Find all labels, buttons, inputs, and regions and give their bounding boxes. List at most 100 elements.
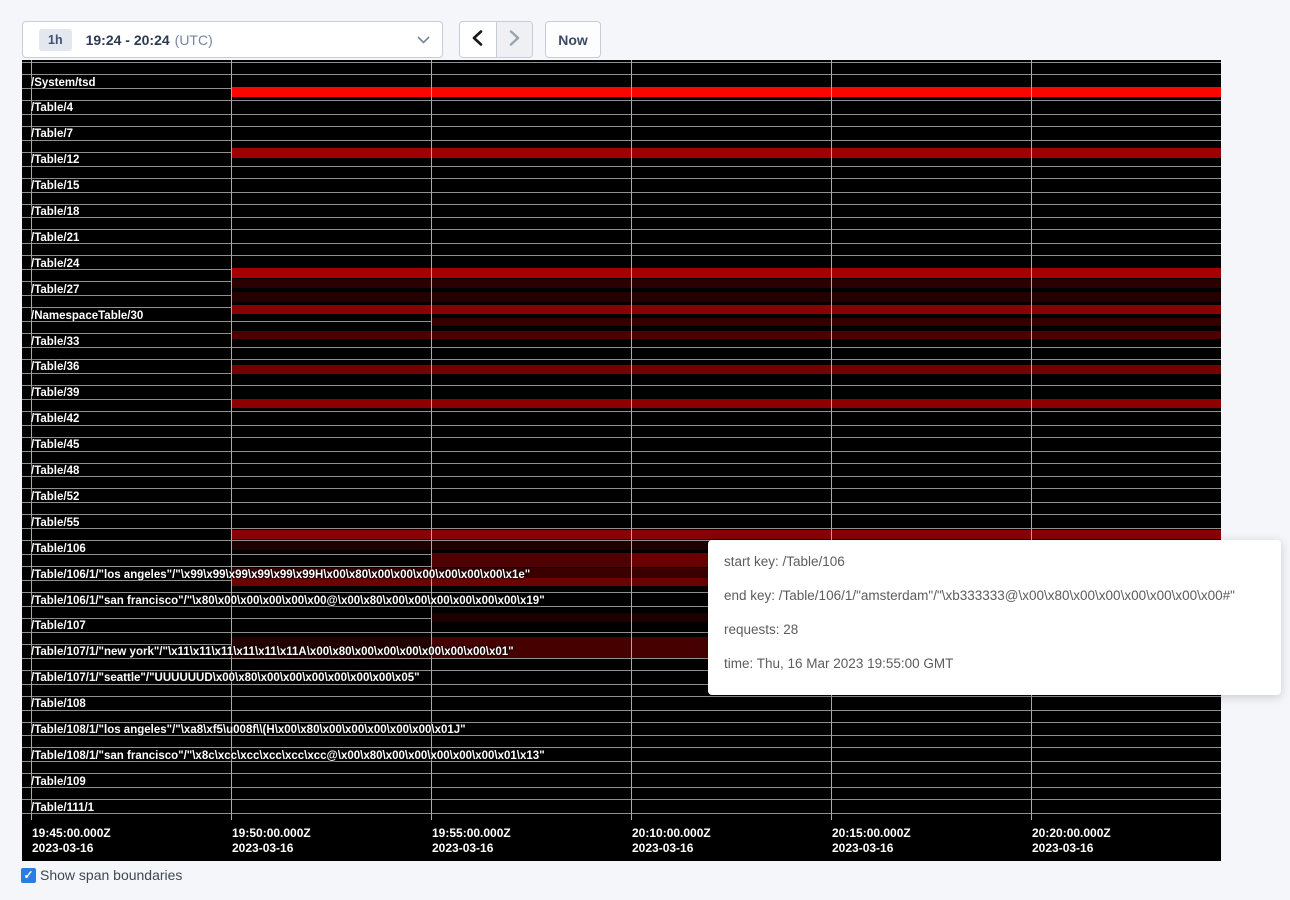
row-label: /Table/24	[31, 257, 79, 271]
span-boundary-line	[22, 451, 1221, 452]
span-boundary-line	[22, 514, 1221, 515]
heat-band	[232, 148, 1221, 158]
span-boundary-line	[22, 437, 1221, 438]
span-boundary-line	[22, 229, 1221, 230]
show-span-boundaries-control[interactable]: ✓ Show span boundaries	[21, 867, 182, 883]
chevron-left-icon	[472, 30, 483, 49]
axis-tick-label: 20:15:00.000Z2023-03-16	[832, 826, 911, 855]
row-label: /Table/108/1/"los angeles"/"\xa8\xf5\u00…	[31, 723, 466, 737]
span-boundary-line	[22, 100, 1221, 101]
span-boundary-line	[22, 385, 1221, 386]
time-range-selector[interactable]: 1h 19:24 - 20:24 (UTC)	[22, 21, 443, 58]
row-label: /Table/42	[31, 412, 79, 426]
time-grid-line	[631, 60, 632, 828]
row-label: /Table/108	[31, 697, 86, 711]
key-visualizer-canvas[interactable]: /System/tsd/Table/4/Table/7/Table/12/Tab…	[22, 60, 1221, 861]
heat-band	[232, 365, 1221, 374]
chevron-right-icon	[509, 30, 520, 49]
chevron-down-icon	[417, 36, 430, 44]
span-boundary-line	[22, 710, 1221, 711]
time-grid-line	[831, 60, 832, 828]
axis-tick-label: 19:45:00.000Z2023-03-16	[32, 826, 111, 855]
span-boundary-line	[22, 488, 1221, 489]
row-label: /Table/111/1	[31, 801, 94, 815]
show-span-boundaries-checkbox[interactable]: ✓	[21, 868, 36, 883]
row-label: /Table/27	[31, 283, 79, 297]
heat-band	[232, 530, 1221, 539]
span-boundary-line	[22, 255, 1221, 256]
axis-tick-label: 20:10:00.000Z2023-03-16	[632, 826, 711, 855]
row-label: /Table/106/1/"los angeles"/"\x99\x99\x99…	[31, 568, 530, 582]
row-label: /Table/52	[31, 490, 79, 504]
span-boundary-line	[22, 178, 1221, 179]
time-grid-line	[231, 60, 232, 828]
time-grid-line	[431, 60, 432, 828]
time-grid-line	[1031, 60, 1032, 828]
heat-band	[232, 279, 1221, 288]
row-label: /Table/48	[31, 464, 79, 478]
row-label: /Table/108/1/"san francisco"/"\x8c\xcc\x…	[31, 749, 545, 763]
tooltip-requests: requests: 28	[724, 621, 1265, 639]
row-label: /Table/33	[31, 335, 79, 349]
row-label: /Table/107/1/"new york"/"\x11\x11\x11\x1…	[31, 645, 514, 659]
heat-band	[232, 87, 1221, 97]
tooltip-time: time: Thu, 16 Mar 2023 19:55:00 GMT	[724, 655, 1265, 673]
span-boundary-line	[22, 773, 1221, 774]
span-boundary-line	[22, 114, 1221, 115]
span-boundary-line	[22, 359, 1221, 360]
time-nav-group	[459, 21, 533, 58]
time-axis: 19:45:00.000Z2023-03-16 19:50:00.000Z2023…	[22, 820, 1221, 861]
row-label: /Table/18	[31, 205, 79, 219]
span-boundary-line	[22, 787, 1221, 788]
axis-tick-label: 19:55:00.000Z2023-03-16	[432, 826, 511, 855]
heat-band	[232, 268, 1221, 278]
show-span-boundaries-label: Show span boundaries	[40, 867, 182, 883]
row-label: /Table/12	[31, 153, 79, 167]
span-boundary-line	[22, 463, 1221, 464]
row-label: /NamespaceTable/30	[31, 309, 143, 323]
span-boundary-line	[22, 62, 1221, 63]
heat-band	[431, 318, 1221, 326]
span-boundary-line	[22, 192, 1221, 193]
row-label: /Table/15	[31, 179, 79, 193]
span-boundary-line	[22, 204, 1221, 205]
heat-band	[232, 399, 1221, 408]
heat-band	[232, 305, 1221, 314]
span-boundary-line	[22, 813, 1221, 814]
row-label: /Table/106/1/"san francisco"/"\x80\x00\x…	[31, 594, 545, 608]
span-boundary-line	[22, 696, 1221, 697]
tooltip-end-key: end key: /Table/106/1/"amsterdam"/"\xb33…	[724, 587, 1265, 605]
row-label: /Table/21	[31, 231, 79, 245]
row-label: /Table/106	[31, 542, 86, 556]
row-label: /Table/39	[31, 386, 79, 400]
row-label: /Table/55	[31, 516, 79, 530]
span-boundary-line	[22, 74, 1221, 75]
next-range-button[interactable]	[496, 22, 532, 57]
previous-range-button[interactable]	[460, 22, 496, 57]
toolbar: 1h 19:24 - 20:24 (UTC) Now	[0, 0, 1290, 60]
span-boundary-line	[22, 243, 1221, 244]
row-label: /Table/109	[31, 775, 86, 789]
range-duration-badge: 1h	[39, 29, 72, 51]
span-boundary-line	[22, 411, 1221, 412]
heat-band	[232, 331, 1221, 339]
axis-tick-label: 19:50:00.000Z2023-03-16	[232, 826, 311, 855]
axis-tick-label: 20:20:00.000Z2023-03-16	[1032, 826, 1111, 855]
row-label: /Table/7	[31, 127, 73, 141]
span-boundary-line	[22, 217, 1221, 218]
range-timezone: (UTC)	[175, 32, 213, 48]
span-boundary-line	[22, 425, 1221, 426]
span-boundary-line	[22, 140, 1221, 141]
cell-tooltip: start key: /Table/106 end key: /Table/10…	[708, 540, 1281, 695]
row-label: /Table/107	[31, 619, 86, 633]
now-button[interactable]: Now	[545, 21, 601, 58]
tooltip-start-key: start key: /Table/106	[724, 553, 1265, 571]
span-boundary-line	[22, 476, 1221, 477]
span-boundary-line	[22, 799, 1221, 800]
row-label: /Table/36	[31, 360, 79, 374]
row-label: /Table/4	[31, 101, 73, 115]
row-label: /Table/107/1/"seattle"/"UUUUUUD\x00\x80\…	[31, 671, 420, 685]
row-label: /Table/45	[31, 438, 79, 452]
span-boundary-line	[22, 166, 1221, 167]
heat-band	[232, 292, 1221, 302]
